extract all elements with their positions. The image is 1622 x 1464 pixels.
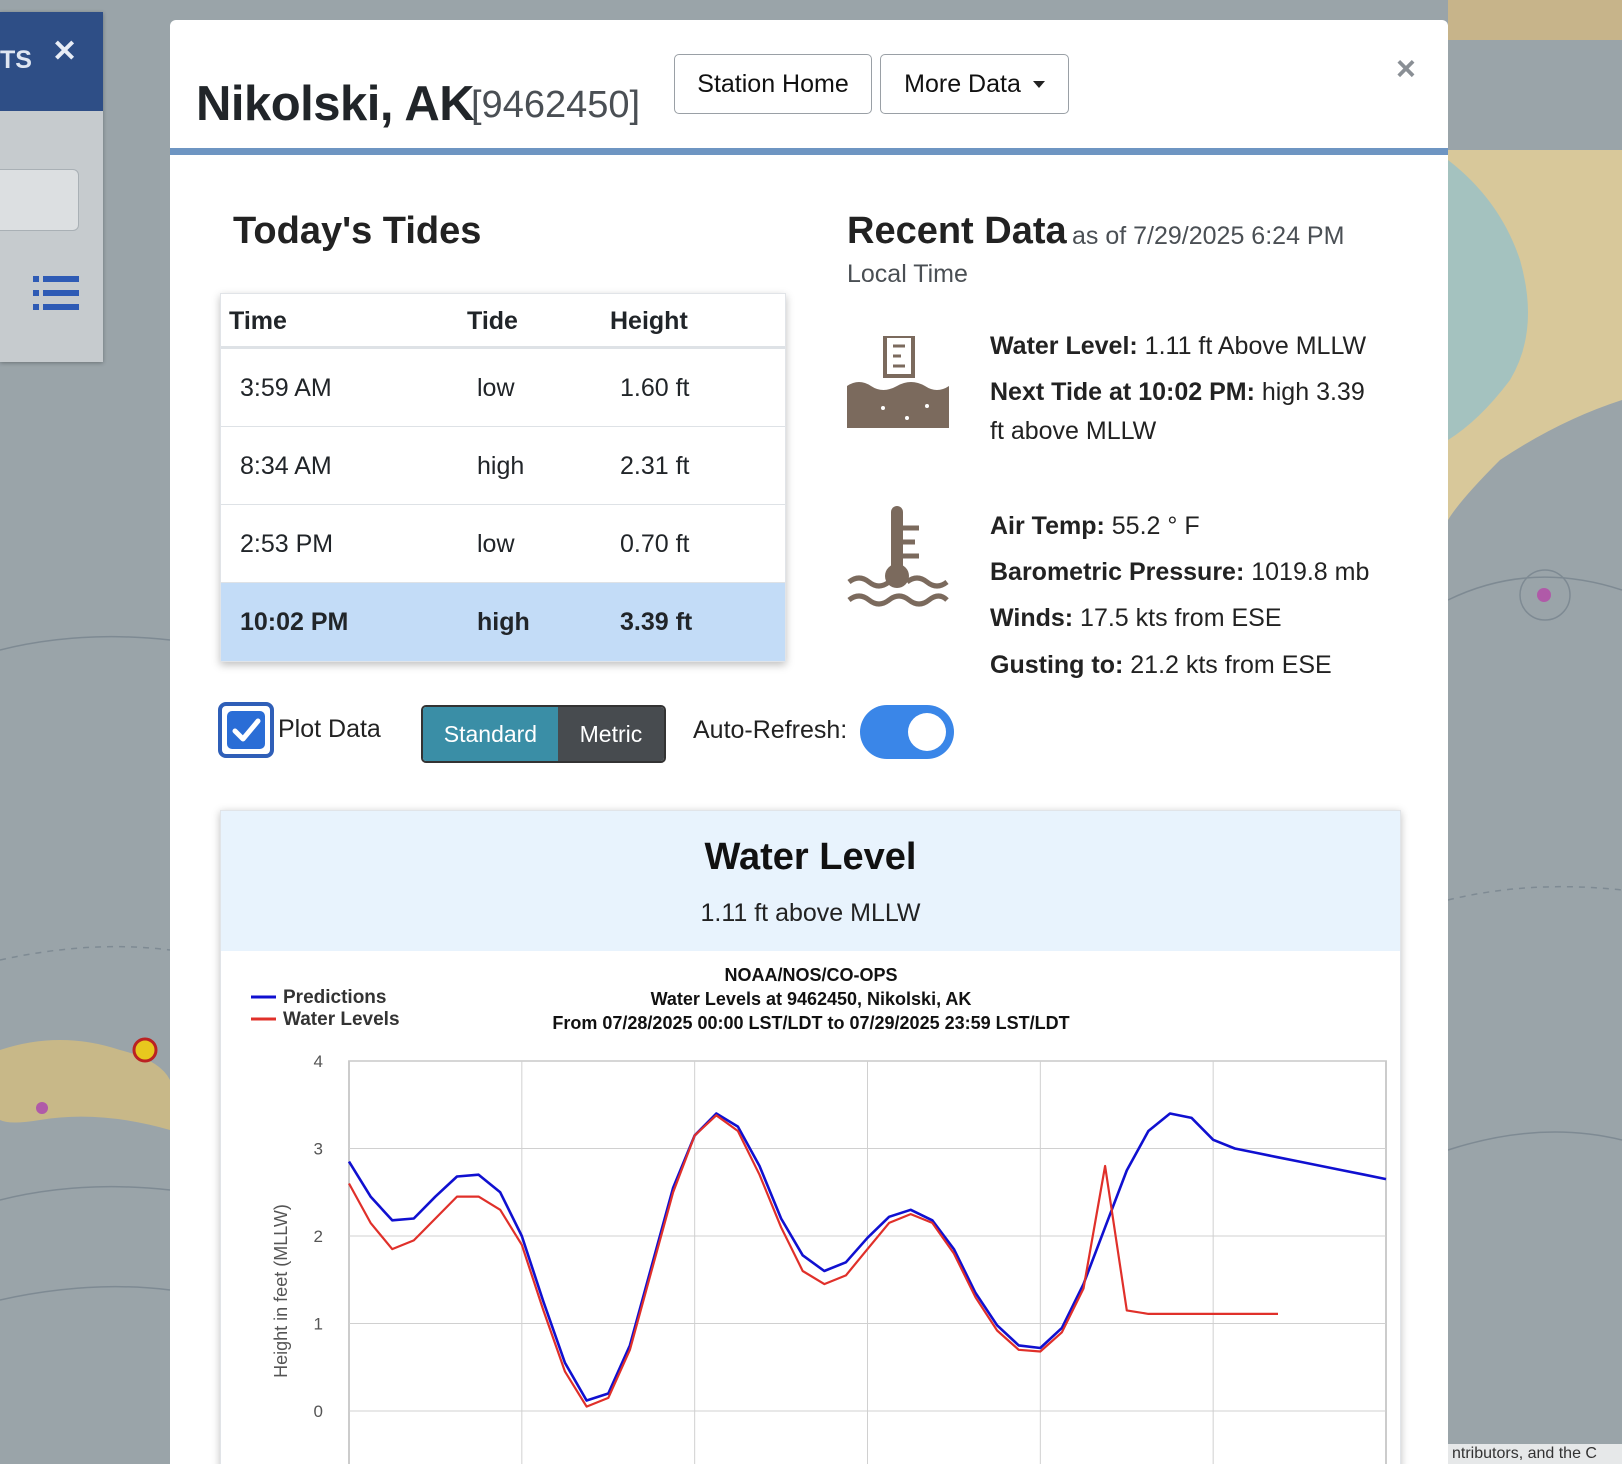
table-row: 8:34 AM high 2.31 ft bbox=[221, 427, 785, 505]
more-data-label: More Data bbox=[904, 69, 1021, 98]
y-tick-label: 2 bbox=[314, 1227, 323, 1246]
water-level-card: Water Level 1.11 ft above MLLW Predictio… bbox=[220, 810, 1401, 1464]
water-level-chart: Predictions Water Levels NOAA/NOS/CO-OPS… bbox=[251, 965, 1387, 1464]
metric-units-button[interactable]: Metric bbox=[557, 707, 664, 761]
checkmark-icon bbox=[232, 718, 261, 742]
chart-y-axis-label: Height in feet (MLLW) bbox=[271, 1204, 291, 1378]
caret-down-icon bbox=[1032, 80, 1045, 88]
tide-height: 0.70 ft bbox=[620, 530, 690, 558]
y-tick-label: 4 bbox=[314, 1052, 323, 1071]
winds-reading: Winds: 17.5 kts from ESE bbox=[990, 599, 1282, 637]
chart-plot-area: 0 1 2 3 4 bbox=[314, 1052, 1387, 1464]
tide-type: low bbox=[477, 374, 515, 402]
next-tide-label: Next Tide at 10:02 PM: bbox=[990, 378, 1255, 406]
tide-height: 1.60 ft bbox=[620, 374, 690, 402]
station-modal: Nikolski, AK [9462450] Station Home More… bbox=[170, 20, 1448, 1464]
more-data-dropdown[interactable]: More Data bbox=[880, 54, 1069, 114]
tide-time: 8:34 AM bbox=[240, 452, 332, 480]
water-level-label: Water Level: bbox=[990, 332, 1138, 360]
y-tick-label: 3 bbox=[314, 1140, 323, 1159]
recent-data-timestamp: as of 7/29/2025 6:24 PM bbox=[1072, 222, 1345, 250]
next-tide-reading-cont: ft above MLLW bbox=[990, 417, 1157, 445]
plot-data-checkbox[interactable] bbox=[218, 702, 274, 758]
tide-time: 2:53 PM bbox=[240, 530, 334, 558]
gust-label: Gusting to: bbox=[990, 651, 1124, 679]
water-level-card-subtitle: 1.11 ft above MLLW bbox=[700, 899, 921, 927]
tide-height: 2.31 ft bbox=[620, 452, 690, 480]
winds-value: 17.5 kts from ESE bbox=[1073, 604, 1282, 632]
auto-refresh-label: Auto-Refresh: bbox=[693, 716, 848, 744]
tides-title: Today's Tides bbox=[233, 210, 482, 252]
tide-height: 3.39 ft bbox=[620, 608, 693, 636]
col-height: Height bbox=[610, 307, 688, 335]
next-tide-value: high 3.39 bbox=[1254, 378, 1365, 406]
gust-reading: Gusting to: 21.2 kts from ESE bbox=[990, 646, 1332, 684]
chart-date-range: From 07/28/2025 00:00 LST/LDT to 07/29/2… bbox=[552, 1013, 1069, 1033]
toggle-knob bbox=[908, 713, 946, 751]
plot-data-label: Plot Data bbox=[278, 715, 381, 743]
water-level-icon bbox=[847, 336, 949, 428]
tide-time: 10:02 PM bbox=[240, 608, 349, 636]
checkbox-fill bbox=[227, 711, 265, 749]
legend-water-levels-label: Water Levels bbox=[283, 1009, 400, 1030]
air-temp-value: 55.2 ° F bbox=[1104, 512, 1200, 540]
tide-type: low bbox=[477, 530, 515, 558]
recent-data-title: Recent Data bbox=[847, 210, 1067, 252]
legend-predictions-label: Predictions bbox=[283, 987, 386, 1008]
water-level-card-title: Water Level bbox=[704, 836, 917, 878]
table-row: 2:53 PM low 0.70 ft bbox=[221, 505, 785, 583]
auto-refresh-toggle[interactable] bbox=[860, 705, 954, 759]
tides-table: Time Tide Height 3:59 AM low 1.60 ft 8:3… bbox=[220, 293, 786, 662]
gust-value: 21.2 kts from ESE bbox=[1123, 651, 1332, 679]
table-row: 3:59 AM low 1.60 ft bbox=[221, 349, 785, 427]
side-panel-search-input[interactable] bbox=[0, 169, 79, 231]
tide-type: high bbox=[477, 608, 530, 636]
tides-table-header: Time Tide Height bbox=[221, 294, 785, 349]
modal-close-button[interactable]: × bbox=[1396, 50, 1416, 89]
tide-time: 3:59 AM bbox=[240, 374, 332, 402]
recent-data-local-time: Local Time bbox=[847, 260, 968, 288]
water-level-value: 1.11 ft Above MLLW bbox=[1137, 332, 1367, 360]
chart-subtitle: Water Levels at 9462450, Nikolski, AK bbox=[651, 989, 972, 1009]
map-attribution: ntributors, and the C bbox=[1448, 1444, 1622, 1464]
pressure-value: 1019.8 mb bbox=[1244, 558, 1370, 586]
modal-header: Nikolski, AK [9462450] Station Home More… bbox=[170, 20, 1448, 155]
station-home-button[interactable]: Station Home bbox=[674, 54, 872, 114]
col-time: Time bbox=[229, 307, 287, 335]
side-panel-header: TS ✕ bbox=[0, 12, 103, 111]
station-id: [9462450] bbox=[471, 84, 641, 126]
chart-legend: Predictions Water Levels bbox=[251, 987, 400, 1030]
y-tick-label: 0 bbox=[314, 1402, 323, 1421]
station-name: Nikolski, AK bbox=[196, 77, 475, 131]
list-icon[interactable] bbox=[33, 276, 79, 310]
water-level-card-header: Water Level 1.11 ft above MLLW bbox=[221, 811, 1400, 951]
station-home-label: Station Home bbox=[697, 69, 849, 98]
col-tide: Tide bbox=[467, 307, 518, 335]
water-level-reading: Water Level: 1.11 ft Above MLLW bbox=[990, 327, 1366, 365]
next-tide-reading: Next Tide at 10:02 PM: high 3.39 bbox=[990, 373, 1365, 411]
y-tick-label: 1 bbox=[314, 1315, 323, 1334]
air-temp-reading: Air Temp: 55.2 ° F bbox=[990, 507, 1200, 545]
side-panel-title: TS bbox=[0, 46, 32, 74]
tide-type: high bbox=[477, 452, 525, 480]
table-row-next-tide: 10:02 PM high 3.39 ft bbox=[221, 583, 785, 661]
side-panel: TS ✕ bbox=[0, 12, 103, 362]
units-toggle-group: Standard Metric bbox=[421, 705, 666, 763]
side-panel-close-button[interactable]: ✕ bbox=[52, 34, 77, 69]
air-temperature-icon bbox=[847, 506, 949, 607]
standard-units-button[interactable]: Standard bbox=[423, 707, 558, 761]
pressure-reading: Barometric Pressure: 1019.8 mb bbox=[990, 553, 1369, 591]
air-temp-label: Air Temp: bbox=[990, 512, 1105, 540]
winds-label: Winds: bbox=[990, 604, 1074, 632]
chart-title: NOAA/NOS/CO-OPS bbox=[724, 965, 897, 985]
pressure-label: Barometric Pressure: bbox=[990, 558, 1245, 586]
